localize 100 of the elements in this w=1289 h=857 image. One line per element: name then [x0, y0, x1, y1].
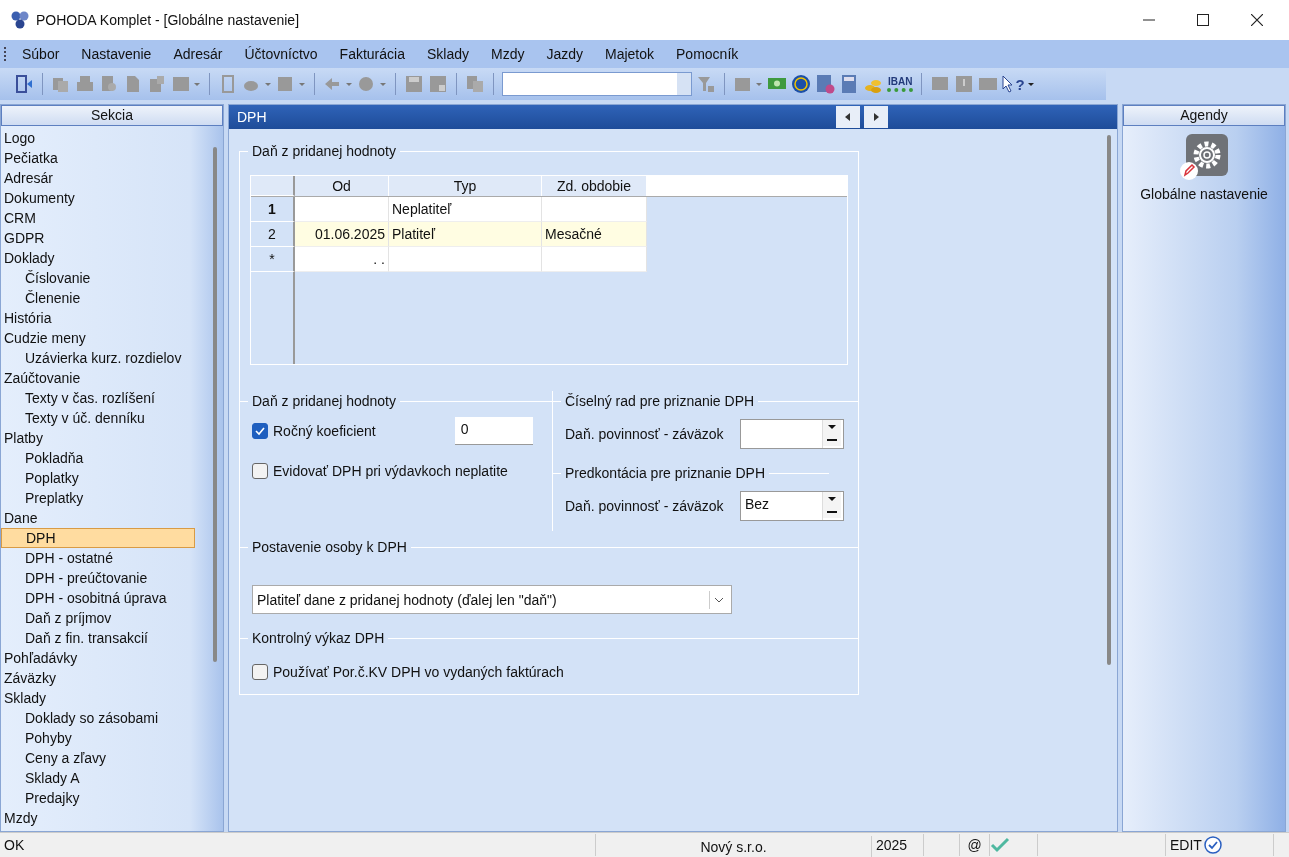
- checkbox-label: Používať Por.č.KV DPH vo vydaných faktúrach: [273, 664, 564, 680]
- previous-button[interactable]: [836, 106, 860, 128]
- sidebar-item[interactable]: DPH - osobitná úprava: [1, 588, 195, 608]
- sidebar-item[interactable]: Texty v úč. denníku: [1, 408, 195, 428]
- sidebar-item[interactable]: Ceny a zľavy: [1, 748, 195, 768]
- preview-icon[interactable]: [99, 74, 119, 94]
- row-header[interactable]: 2: [251, 222, 295, 247]
- checkbox-label: Evidovať DPH pri výdavkoch neplatite: [273, 463, 508, 479]
- field-label: Daň. povinnosť - záväzok: [565, 426, 724, 442]
- sidebar-item[interactable]: Záväzky: [1, 668, 195, 688]
- close-icon[interactable]: [1251, 14, 1263, 26]
- sidebar-item[interactable]: DPH - ostatné: [1, 548, 195, 568]
- sidebar-item[interactable]: Členenie: [1, 288, 195, 308]
- page-title: DPH: [237, 109, 267, 125]
- column-header[interactable]: Typ: [389, 176, 542, 196]
- table-cell: Neplatiteľ: [389, 197, 542, 222]
- sidebar-item[interactable]: Dane: [1, 508, 195, 528]
- ellipsis-icon[interactable]: [823, 433, 841, 446]
- status-message: OK: [0, 834, 596, 856]
- scrollbar[interactable]: [213, 147, 217, 662]
- sidebar-item[interactable]: Pečiatka: [1, 148, 195, 168]
- checkbox[interactable]: [252, 463, 268, 479]
- help-mark[interactable]: ?: [1015, 75, 1025, 93]
- sidebar-item[interactable]: Doklady: [1, 248, 195, 268]
- sidebar-item[interactable]: Predajky: [1, 788, 195, 808]
- status-company: Nový s.r.o.: [596, 836, 872, 857]
- sidebar-item[interactable]: DPH - preúčtovanie: [1, 568, 195, 588]
- table-cell: 01.06.2025: [295, 222, 389, 247]
- sidebar-item[interactable]: Poplatky: [1, 468, 195, 488]
- number-series-field[interactable]: [740, 419, 844, 449]
- sidebar-item[interactable]: Logo: [1, 128, 195, 148]
- clipboard-icon[interactable]: [465, 74, 485, 94]
- sidebar-item[interactable]: Adresár: [1, 168, 195, 188]
- sidebar-item[interactable]: Daň z fin. transakcií: [1, 628, 195, 648]
- next-button[interactable]: [864, 106, 888, 128]
- section-title: Predkontácia pre priznanie DPH: [565, 465, 765, 481]
- sidebar-item[interactable]: História: [1, 308, 195, 328]
- sidebar-item[interactable]: Cudzie meny: [1, 328, 195, 348]
- save-icon[interactable]: [428, 74, 448, 94]
- sidebar-item[interactable]: Platby: [1, 428, 195, 448]
- column-header[interactable]: Zd. obdobie: [542, 176, 647, 196]
- sidebar-item[interactable]: Pohľadávky: [1, 648, 195, 668]
- status-dropdown[interactable]: Platiteľ dane z pridanej hodnoty (ďalej len "daň"): [252, 585, 732, 614]
- app-logo-icon: [10, 10, 30, 30]
- sidebar-item[interactable]: Mzdy: [1, 808, 195, 828]
- table-cell: Mesačné: [542, 222, 647, 247]
- toolbar-combo-box[interactable]: [502, 72, 692, 96]
- menu-item[interactable]: Adresár: [173, 46, 223, 62]
- form-icon[interactable]: [171, 74, 201, 94]
- ellipsis-icon[interactable]: [823, 505, 841, 518]
- menu-item[interactable]: Fakturácia: [339, 46, 405, 62]
- menu-item[interactable]: Jazdy: [546, 46, 583, 62]
- pointer-icon[interactable]: [1002, 75, 1015, 93]
- document-icon[interactable]: [147, 74, 167, 94]
- section-title: Daň z pridanej hodnoty: [252, 393, 396, 409]
- sidebar-item[interactable]: Pokladňa: [1, 448, 195, 468]
- door-exit-icon[interactable]: [14, 74, 34, 94]
- coefficient-field[interactable]: 0: [454, 417, 533, 445]
- euro-coin-icon[interactable]: [791, 74, 811, 94]
- sidebar-item[interactable]: Texty v čas. rozlíšení: [1, 388, 195, 408]
- checkbox[interactable]: [252, 423, 268, 439]
- calculator-percent-icon[interactable]: [815, 74, 835, 94]
- sidebar-item[interactable]: GDPR: [1, 228, 195, 248]
- status-year: 2025: [872, 834, 924, 856]
- menu-item[interactable]: Sklady: [426, 46, 469, 62]
- calculator-icon[interactable]: [839, 74, 859, 94]
- section-title: Kontrolný výkaz DPH: [252, 630, 385, 646]
- menu-item[interactable]: Nastavenie: [81, 46, 152, 62]
- menu-item[interactable]: Pomocník: [676, 46, 739, 62]
- menu-item[interactable]: Súbor: [22, 46, 60, 62]
- sidebar-item[interactable]: Sklady: [1, 688, 195, 708]
- settings-icon[interactable]: [1180, 134, 1228, 182]
- sidebar-item[interactable]: Zaúčtovanie: [1, 368, 195, 388]
- sidebar-item[interactable]: Preplatky: [1, 488, 195, 508]
- filter-icon[interactable]: [696, 74, 716, 94]
- row-header[interactable]: *: [251, 247, 295, 272]
- agenda-label[interactable]: Globálne nastavenie: [1140, 186, 1268, 202]
- printer-icon[interactable]: [75, 74, 95, 94]
- sidebar-header: Sekcia: [1, 105, 223, 126]
- sidebar-item[interactable]: Sklady A: [1, 768, 195, 788]
- sidebar-item[interactable]: Pohyby: [1, 728, 195, 748]
- menu-item[interactable]: Majetok: [605, 46, 655, 62]
- menu-item[interactable]: Mzdy: [490, 46, 525, 62]
- column-header[interactable]: Od: [295, 176, 389, 196]
- scrollbar[interactable]: [1107, 135, 1111, 665]
- sidebar-item[interactable]: Číslovanie: [1, 268, 195, 288]
- sidebar-item[interactable]: Doklady so zásobami: [1, 708, 195, 728]
- sidebar-item[interactable]: Uzávierka kurz. rozdielov: [1, 348, 195, 368]
- checkbox[interactable]: [252, 664, 268, 680]
- checkmark-icon: [990, 837, 1010, 853]
- sidebar-item[interactable]: Dokumenty: [1, 188, 195, 208]
- sidebar-item[interactable]: CRM: [1, 208, 195, 228]
- row-header[interactable]: 1: [251, 197, 295, 222]
- menu-item[interactable]: Účtovníctvo: [244, 46, 318, 62]
- section-title: Postavenie osoby k DPH: [252, 539, 407, 555]
- sidebar-item[interactable]: DPH: [1, 528, 195, 548]
- save-icon[interactable]: [404, 74, 424, 94]
- sidebar-item[interactable]: Daň z príjmov: [1, 608, 195, 628]
- posting-field[interactable]: Bez: [740, 491, 844, 521]
- maximize-icon[interactable]: [1197, 14, 1209, 26]
